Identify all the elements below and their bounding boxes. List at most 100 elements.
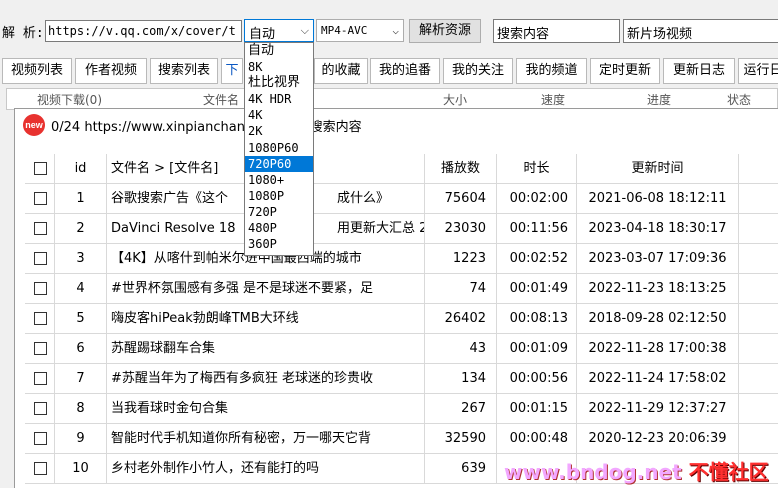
row-checkbox-cell[interactable] <box>25 394 55 424</box>
quality-option[interactable]: 8K <box>245 59 313 75</box>
chevron-down-icon: ⌵ <box>300 24 309 37</box>
search-input[interactable]: 搜索内容 <box>493 19 620 43</box>
tab-run-log[interactable]: 运行日 <box>738 58 778 84</box>
quality-option[interactable]: 360P <box>245 236 313 252</box>
table-row[interactable]: 4 #世界杯氛围感有多强 是不是球迷不要紧，足 74 00:01:49 2022-11-… <box>25 274 778 304</box>
row-checkbox-cell[interactable] <box>25 184 55 214</box>
tab-download[interactable]: 下 <box>221 58 243 84</box>
row-plays: 43 <box>425 334 497 364</box>
row-checkbox-cell[interactable] <box>25 274 55 304</box>
checkbox[interactable] <box>34 222 47 235</box>
row-filename: 当我看球时金句合集 <box>107 394 425 424</box>
col-progress: 进度 <box>647 93 672 107</box>
quality-option[interactable]: 4K HDR <box>245 91 313 107</box>
url-input[interactable]: https://v.qq.com/x/cover/t <box>45 20 242 42</box>
format-select[interactable]: MP4-AVC ⌵ <box>316 19 404 42</box>
dialog-titlebar: new 0/24 https://www.xinpianchan..rch?kw… <box>15 109 778 141</box>
row-checkbox-cell[interactable] <box>25 424 55 454</box>
quality-option[interactable]: 1080P60 <box>245 140 313 156</box>
tab-changelog[interactable]: 更新日志 <box>663 58 735 84</box>
row-duration: 00:02:52 <box>497 244 577 274</box>
row-filename-text: 【4K】从喀什到帕米尔进中国最西端的城市 <box>111 251 362 266</box>
row-id: 2 <box>55 214 107 244</box>
header-plays[interactable]: 播放数 <box>425 154 497 184</box>
header-duration[interactable]: 时长 <box>497 154 577 184</box>
row-duration: 00:11:56 <box>497 214 577 244</box>
quality-select[interactable]: 自动 ⌵ <box>244 19 314 42</box>
row-filename-tail: 用更新大汇总 20 <box>337 221 424 236</box>
tab-author-videos[interactable]: 作者视频 <box>75 58 147 84</box>
checkbox[interactable] <box>34 192 47 205</box>
table-row[interactable]: 5 嗨皮客hiPeak勃朗峰TMB大环线 26402 00:08:13 2018-09-… <box>25 304 778 334</box>
table-row[interactable]: 3 【4K】从喀什到帕米尔进中国最西端的城市 1223 00:02:52 2023-03… <box>25 244 778 274</box>
row-filename: 智能时代手机知道你所有秘密，万一哪天它背 <box>107 424 425 454</box>
site-input[interactable]: 新片场视频 <box>623 19 778 43</box>
row-duration: 00:01:09 <box>497 334 577 364</box>
row-filename-text: 苏醒踢球翻车合集 <box>111 341 216 356</box>
quality-option[interactable]: 1080P <box>245 188 313 204</box>
tab-my-follows[interactable]: 我的关注 <box>443 58 513 84</box>
header-select-all[interactable] <box>25 154 55 184</box>
row-filename-text: 嗨皮客hiPeak勃朗峰TMB大环线 <box>111 311 299 326</box>
row-plays: 639 <box>425 454 497 484</box>
header-updated[interactable]: 更新时间 <box>577 154 739 184</box>
row-checkbox-cell[interactable] <box>25 364 55 394</box>
header-id[interactable]: id <box>55 154 107 184</box>
tab-favorites[interactable]: 的收藏 <box>314 58 368 84</box>
table-row[interactable]: 6 苏醒踢球翻车合集 43 00:01:09 2022-11-28 17:00:38 <box>25 334 778 364</box>
parse-resource-button[interactable]: 解析资源 <box>409 19 481 43</box>
col-speed: 速度 <box>541 93 566 107</box>
quality-option[interactable]: 杜比视界 <box>245 75 313 91</box>
tab-video-list[interactable]: 视频列表 <box>2 58 72 84</box>
checkbox[interactable] <box>34 252 47 265</box>
row-checkbox-cell[interactable] <box>25 454 55 484</box>
quality-option[interactable]: 2K <box>245 123 313 139</box>
dialog-title: 0/24 https://www.xinpianchan..rch?kw=搜索内… <box>51 120 362 135</box>
table-row[interactable]: 8 当我看球时金句合集 267 00:01:15 2022-11-29 12:37:27 <box>25 394 778 424</box>
checkbox[interactable] <box>34 372 47 385</box>
quality-option[interactable]: 1080+ <box>245 172 313 188</box>
table-row[interactable]: 2 DaVinci Resolve 18 用更新大汇总 202303000:11:5… <box>25 214 778 244</box>
row-checkbox-cell[interactable] <box>25 334 55 364</box>
row-checkbox-cell[interactable] <box>25 244 55 274</box>
quality-option[interactable]: 自动 <box>245 43 313 59</box>
col-status: 状态 <box>727 93 752 107</box>
table-row[interactable]: 1 谷歌搜索广告《这个 成什么》 75604 00:02:00 2021-06-08 18… <box>25 184 778 214</box>
row-updated: 2022-11-23 18:13:25 <box>577 274 739 304</box>
tab-scheduled-update[interactable]: 定时更新 <box>590 58 660 84</box>
checkbox[interactable] <box>34 342 47 355</box>
tab-following-anime[interactable]: 我的追番 <box>370 58 440 84</box>
chevron-down-icon: ⌵ <box>392 24 399 37</box>
checkbox[interactable] <box>34 282 47 295</box>
quality-option[interactable]: 720P60 <box>245 155 313 172</box>
tab-strip: 视频列表 作者视频 搜索列表 下 的收藏 我的追番 我的关注 我的频道 定时更新… <box>0 58 778 84</box>
row-filename: #苏醒当年为了梅西有多疯狂 老球迷的珍贵收 <box>107 364 425 394</box>
quality-dropdown-list: 自动 8K 杜比视界 4K HDR 4K 2K 1080P60 720P60 1080+ 1080… <box>244 42 314 256</box>
format-select-value: MP4-AVC <box>321 24 368 37</box>
row-duration: 00:01:15 <box>497 394 577 424</box>
checkbox[interactable] <box>34 402 47 415</box>
checkbox[interactable] <box>34 432 47 445</box>
row-checkbox-cell[interactable] <box>25 214 55 244</box>
tab-my-channels[interactable]: 我的频道 <box>516 58 587 84</box>
row-id: 3 <box>55 244 107 274</box>
quality-option[interactable]: 4K <box>245 107 313 123</box>
tab-search-list[interactable]: 搜索列表 <box>150 58 218 84</box>
checkbox[interactable] <box>34 312 47 325</box>
row-updated: 2020-12-23 20:06:39 <box>577 424 739 454</box>
quality-option[interactable]: 720P <box>245 204 313 220</box>
main-toolbar: 解 析: https://v.qq.com/x/cover/t 自动 ⌵ MP4… <box>0 16 778 46</box>
checkbox[interactable] <box>34 462 47 475</box>
row-id: 1 <box>55 184 107 214</box>
row-filename-text: 谷歌搜索广告《这个 <box>111 191 229 206</box>
row-duration: 00:00:56 <box>497 364 577 394</box>
table-row[interactable]: 7 #苏醒当年为了梅西有多疯狂 老球迷的珍贵收 134 00:00:56 2022-11… <box>25 364 778 394</box>
row-duration: 00:01:49 <box>497 274 577 304</box>
row-filename-text: DaVinci Resolve 18 <box>111 221 236 236</box>
row-checkbox-cell[interactable] <box>25 304 55 334</box>
row-plays: 32590 <box>425 424 497 454</box>
checkbox[interactable] <box>34 162 47 175</box>
row-filename: 嗨皮客hiPeak勃朗峰TMB大环线 <box>107 304 425 334</box>
table-row[interactable]: 9 智能时代手机知道你所有秘密，万一哪天它背 32590 00:00:48 2020-1… <box>25 424 778 454</box>
quality-option[interactable]: 480P <box>245 220 313 236</box>
